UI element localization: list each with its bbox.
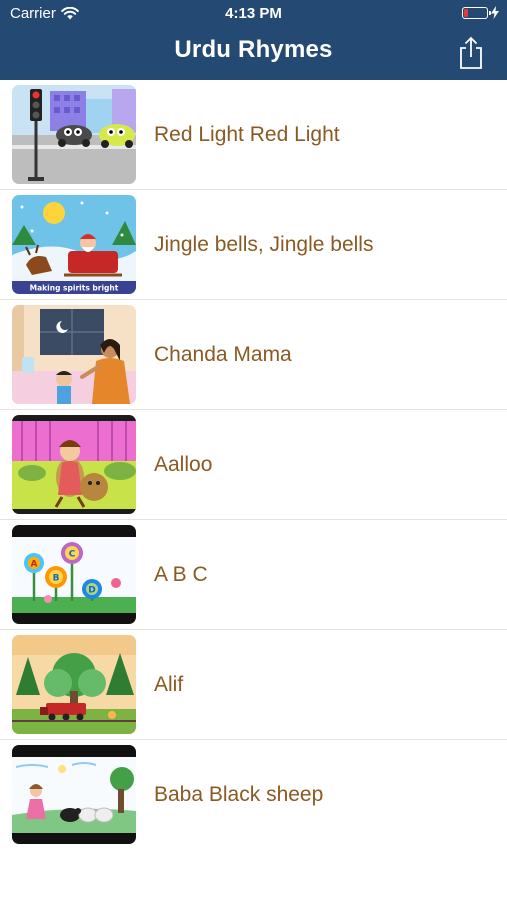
rhyme-title: Red Light Red Light [154, 123, 340, 146]
thumbnail-forest-train [12, 635, 136, 734]
status-time: 4:13 PM [225, 5, 282, 22]
thumbnail-potato-garden [12, 415, 136, 514]
thumbnail-letter: A [31, 560, 38, 570]
thumbnail-mother-child-moon [12, 305, 136, 404]
list-item[interactable]: A B C D A B C [0, 520, 507, 630]
thumbnail-letter: D [88, 586, 95, 596]
rhyme-title: Jingle bells, Jingle bells [154, 233, 374, 256]
battery-indicator [462, 6, 499, 19]
rhyme-list: Red Light Red Light Making spirits brigh… [0, 80, 507, 850]
thumbnail-girl-sheep [12, 745, 136, 844]
thumbnail-santa-sleigh: Making spirits bright [12, 195, 136, 294]
navigation-header: Carrier 4:13 PM Urdu Rhymes [0, 0, 507, 80]
share-button[interactable] [457, 36, 485, 70]
list-item[interactable]: Aalloo [0, 410, 507, 520]
share-icon [460, 36, 482, 69]
list-item[interactable]: Chanda Mama [0, 300, 507, 410]
rhyme-title: A B C [154, 563, 208, 586]
thumbnail-caption: Making spirits bright [30, 284, 119, 293]
status-bar: Carrier 4:13 PM [0, 0, 507, 28]
charging-bolt-icon [491, 6, 499, 19]
rhyme-title: Alif [154, 673, 184, 696]
thumbnail-letter: C [69, 550, 76, 560]
rhyme-title: Aalloo [154, 453, 213, 476]
page-title: Urdu Rhymes [174, 36, 333, 63]
rhyme-title: Baba Black sheep [154, 783, 324, 806]
list-item[interactable]: Red Light Red Light [0, 80, 507, 190]
thumbnail-letter: B [53, 574, 60, 584]
list-item[interactable]: Alif [0, 630, 507, 740]
thumbnail-abc-flowers: A B C D [12, 525, 136, 624]
thumbnail-traffic-light-cars [12, 85, 136, 184]
battery-icon [462, 6, 491, 19]
rhyme-title: Chanda Mama [154, 343, 292, 366]
list-item[interactable]: Making spirits bright Jingle bells, Jing… [0, 190, 507, 300]
list-item[interactable]: Baba Black sheep [0, 740, 507, 850]
battery-level [464, 8, 468, 17]
